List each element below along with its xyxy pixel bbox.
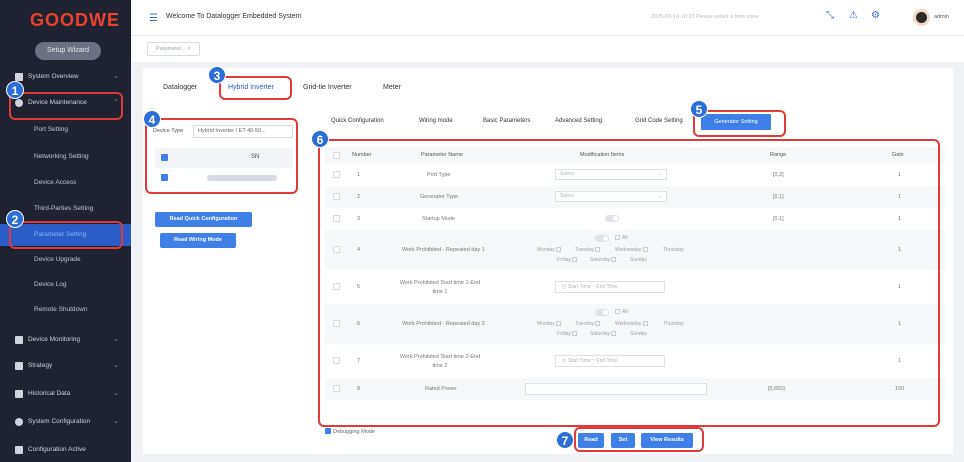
annotation-box-3 [219, 76, 292, 100]
sub-remote-shutdown[interactable]: Remote Shutdown [0, 299, 131, 321]
menu-system-configuration[interactable]: System Configuration ⌄ [0, 411, 131, 433]
tab-meter[interactable]: Meter [383, 84, 401, 91]
menu-configuration-active[interactable]: Configuration Active [0, 439, 131, 461]
annotation-box-7 [574, 427, 704, 452]
annotation-box-5 [693, 110, 786, 137]
sub-networking-setting[interactable]: Networking Setting [0, 146, 131, 168]
settings-icon [15, 418, 23, 426]
menu-historical-data[interactable]: Historical Data ⌄ [0, 383, 131, 405]
menu-label: Device Monitoring [28, 336, 81, 343]
chevron-down-icon: ⌄ [113, 362, 119, 369]
annotation-box-2 [9, 221, 123, 249]
setup-wizard-button[interactable]: Setup Wizard [35, 42, 101, 60]
sub-device-upgrade[interactable]: Device Upgrade [0, 249, 131, 271]
step-badge-6: 6 [311, 130, 329, 148]
chevron-down-icon: ⌄ [113, 390, 119, 397]
tab-tag-parameter[interactable]: Parameter... × [147, 42, 200, 56]
step-badge-7: 7 [556, 431, 574, 449]
checkbox-icon [325, 428, 331, 434]
menu-toggle-icon[interactable]: ☰ [149, 13, 158, 24]
monitor-icon [15, 336, 23, 344]
debugging-mode-checkbox[interactable]: Debugging Mode [325, 428, 375, 435]
chevron-down-icon: ⌄ [113, 418, 119, 425]
step-badge-3: 3 [208, 66, 226, 84]
step-badge-2: 2 [6, 210, 24, 228]
subtab-advanced-setting[interactable]: Advanced Setting [555, 118, 602, 124]
sub-device-access[interactable]: Device Access [0, 172, 131, 194]
settings-icon[interactable]: ⚙ [871, 10, 880, 21]
sub-device-log[interactable]: Device Log [0, 274, 131, 296]
subtab-basic-parameters[interactable]: Basic Parameters [483, 118, 530, 124]
menu-label: System Overview [28, 73, 79, 80]
welcome-text: Welcome To Datalogger Embedded System [166, 13, 302, 20]
alarm-icon[interactable]: ⚠ [849, 10, 858, 21]
strategy-icon [15, 362, 23, 370]
step-badge-5: 5 [690, 100, 708, 118]
zoom-icon[interactable]: ⤡ [826, 10, 834, 21]
read-quick-configuration-button[interactable]: Read Quick Configuration [155, 212, 252, 227]
tag-bar: Parameter... × [131, 36, 964, 62]
annotation-box-1 [9, 92, 123, 120]
history-icon [15, 390, 23, 398]
annotation-box-4 [145, 118, 298, 194]
tab-datalogger[interactable]: Datalogger [163, 84, 197, 91]
annotation-box-6 [318, 139, 940, 427]
menu-label: Historical Data [28, 390, 71, 397]
menu-device-monitoring[interactable]: Device Monitoring ⌄ [0, 329, 131, 351]
avatar[interactable] [913, 9, 930, 26]
menu-label: System Configuration [28, 418, 91, 425]
tag-label: Parameter... [156, 46, 186, 52]
read-wiring-mode-button[interactable]: Read Wiring Mode [160, 233, 236, 248]
chevron-down-icon: ⌄ [113, 73, 119, 80]
top-bar: ☰ Welcome To Datalogger Embedded System … [131, 0, 964, 36]
debugging-mode-label: Debugging Mode [333, 429, 375, 435]
tab-grid-tie-inverter[interactable]: Grid-tie Inverter [303, 84, 352, 91]
goodwe-logo: GOODWE [30, 10, 120, 30]
subtab-wiring-mode[interactable]: Wiring mode [419, 118, 453, 124]
subtab-quick-configuration[interactable]: Quick Configuration [331, 118, 384, 124]
subtab-grid-code-setting[interactable]: Grid Code Setting [635, 118, 683, 124]
activate-icon [15, 446, 23, 454]
close-icon[interactable]: × [188, 46, 191, 52]
menu-label: Strategy [28, 362, 53, 369]
menu-strategy[interactable]: Strategy ⌄ [0, 355, 131, 377]
sub-port-setting[interactable]: Port Setting [0, 119, 131, 141]
pie-chart-icon [15, 73, 23, 81]
time-zone-text[interactable]: 2025-03-14 10:23 Please select a time zo… [651, 14, 759, 20]
username[interactable]: admin [934, 14, 949, 20]
menu-label: Configuration Active [28, 446, 86, 453]
chevron-down-icon: ⌄ [113, 336, 119, 343]
step-badge-1: 1 [6, 81, 24, 99]
step-badge-4: 4 [143, 110, 161, 128]
